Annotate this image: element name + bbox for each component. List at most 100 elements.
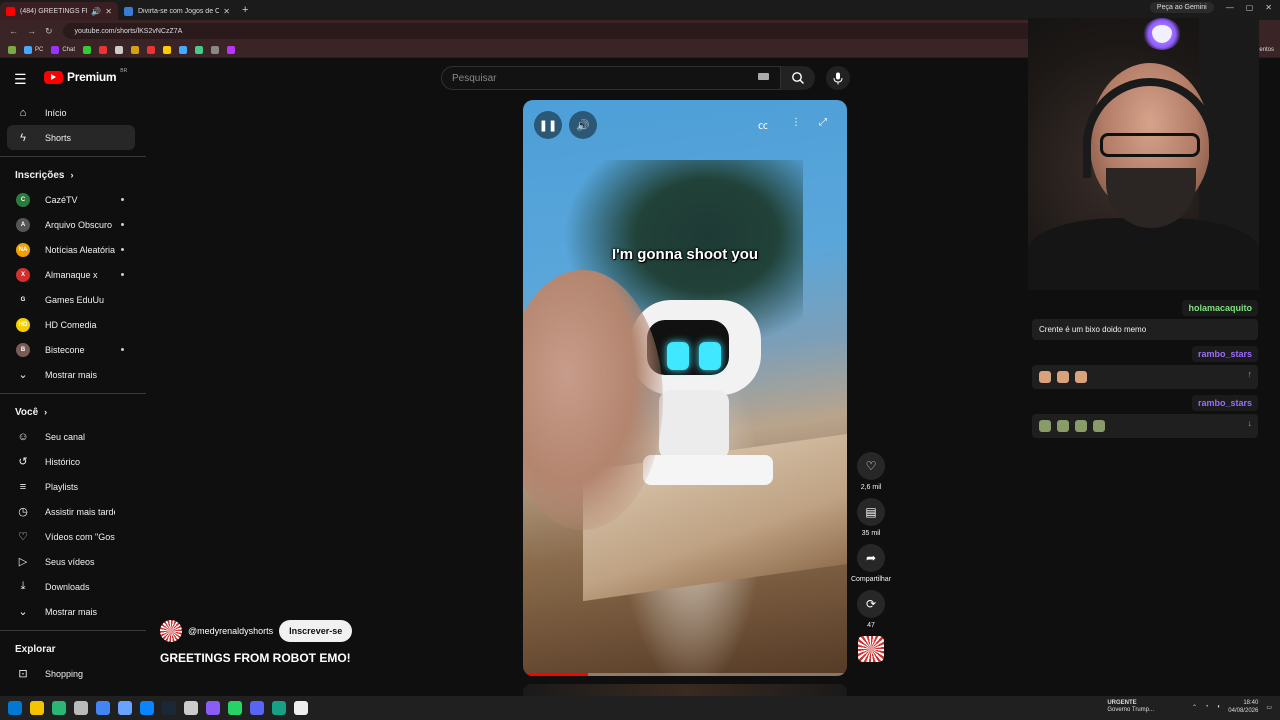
show-more-subscriptions[interactable]: ⌄ Mostrar mais [0, 362, 146, 387]
bookmark-item[interactable] [161, 45, 173, 54]
subscription-item[interactable]: X Almanaque x [0, 262, 146, 287]
sidebar-item-you[interactable]: ↺ Histórico [0, 449, 146, 474]
bookmark-item[interactable]: Chat [49, 45, 77, 54]
taskbar-app-icon[interactable] [228, 701, 242, 715]
sidebar-item-you[interactable]: ♡ Vídeos com "Gostei" [0, 524, 146, 549]
share-button[interactable]: ➦ [857, 544, 885, 572]
like-button[interactable]: ♡ [857, 452, 885, 480]
bookmark-item[interactable] [145, 45, 157, 54]
taskbar-app-icon[interactable] [294, 701, 308, 715]
bookmark-item[interactable] [113, 45, 125, 54]
comments-button[interactable]: ▤ [857, 498, 885, 526]
close-tab-icon[interactable]: ✕ [105, 7, 112, 16]
video-progress-bar[interactable] [523, 673, 847, 676]
you-header[interactable]: Você › [0, 400, 146, 424]
bookmark-item[interactable] [97, 45, 109, 54]
search-input[interactable]: Pesquisar [441, 66, 781, 90]
captions-icon[interactable]: ㏄ [758, 117, 768, 132]
heart-icon: ♡ [865, 459, 877, 473]
scroll-down-icon[interactable]: ↓ [1248, 418, 1253, 428]
bookmark-item[interactable] [6, 45, 18, 54]
subscription-item[interactable]: A Arquivo Obscuro [0, 212, 146, 237]
sidebar-item-you[interactable]: ⤓ Downloads [0, 574, 146, 599]
subscription-item[interactable]: HD HD Comedia [0, 312, 146, 337]
shorts-video-player[interactable]: I'm gonna shoot you ❚❚ 🔊 ㏄ ⋮ ⤢ [523, 100, 847, 676]
chevron-right-icon: › [44, 407, 48, 417]
bookmark-item[interactable] [209, 45, 221, 54]
taskbar-app-icon[interactable] [30, 701, 44, 715]
news-widget[interactable]: URGENTE Governo Trump... [1107, 700, 1154, 714]
sidebar-item-you[interactable]: ◷ Assistir mais tarde [0, 499, 146, 524]
browser-tab-youtube[interactable]: (484) GREETINGS FROM ROBOT EMO! - YouTub… [0, 2, 118, 20]
emote-icon [1039, 371, 1051, 383]
show-more-you[interactable]: ⌄ Mostrar mais [0, 599, 146, 624]
taskbar-app-icon[interactable] [8, 701, 22, 715]
close-window-icon[interactable]: ✕ [1265, 3, 1272, 12]
volume-icon[interactable]: ◖ [1217, 704, 1221, 710]
taskbar-app-icon[interactable] [272, 701, 286, 715]
taskbar-app-icon[interactable] [184, 701, 198, 715]
bookmark-item[interactable] [177, 45, 189, 54]
bookmark-item[interactable]: PC [22, 45, 45, 54]
taskbar-app-icon[interactable] [206, 701, 220, 715]
sidebar-item-label: Shopping [45, 668, 84, 679]
taskbar-app-icon[interactable] [52, 701, 66, 715]
notifications-icon[interactable]: ▭ [1266, 704, 1272, 711]
subscription-item[interactable]: NA Notícias Aleatórias [0, 237, 146, 262]
comment-icon: ▤ [865, 505, 877, 519]
next-short-preview[interactable] [523, 684, 847, 696]
keyboard-icon[interactable] [758, 73, 769, 80]
sidebar-item-you[interactable]: ≡ Playlists [0, 474, 146, 499]
sidebar-item-you[interactable]: ▷ Seus vídeos [0, 549, 146, 574]
tray-chevron-icon[interactable]: ⌃ [1192, 704, 1197, 711]
clock[interactable]: 18:40 04/08/2026 [1228, 699, 1258, 715]
sidebar-item-início[interactable]: ⌂ Início [0, 100, 146, 125]
sidebar-item-explore[interactable]: ⊡ Shopping [0, 661, 146, 686]
bookmark-item[interactable] [193, 45, 205, 54]
hamburger-menu-icon[interactable]: ☰ [14, 71, 27, 88]
remix-button[interactable]: ⟳ [857, 590, 885, 618]
taskbar-app-icon[interactable] [96, 701, 110, 715]
sidebar-item-shorts[interactable]: ϟ Shorts [7, 125, 135, 150]
volume-button[interactable]: 🔊 [569, 111, 597, 139]
subscription-label: Arquivo Obscuro [45, 219, 113, 230]
taskbar-app-icon[interactable] [118, 701, 132, 715]
channel-avatar[interactable] [160, 620, 182, 642]
reload-icon[interactable]: ↻ [45, 26, 53, 37]
subscription-item[interactable]: G Games EduUu [0, 287, 146, 312]
voice-search-button[interactable] [826, 66, 850, 90]
subscription-item[interactable]: B Bistecone [0, 337, 146, 362]
subscription-item[interactable]: C CazéTV [0, 187, 146, 212]
scroll-up-icon[interactable]: ↑ [1248, 369, 1253, 379]
bookmark-item[interactable] [81, 45, 93, 54]
bookmark-item[interactable] [129, 45, 141, 54]
fullscreen-icon[interactable]: ⤢ [819, 117, 827, 128]
back-icon[interactable]: ← [9, 26, 18, 36]
channel-name[interactable]: @medyrenaldyshorts [188, 626, 273, 636]
subscribe-button[interactable]: Inscrever-se [279, 620, 353, 642]
sidebar-item-you[interactable]: ☺ Seu canal [0, 424, 146, 449]
subscriptions-header[interactable]: Inscrições › [0, 163, 146, 187]
taskbar-app-icon[interactable] [140, 701, 154, 715]
sound-avatar[interactable] [858, 636, 884, 662]
youtube-premium-logo[interactable]: Premium BR [44, 68, 127, 84]
taskbar-app-icon[interactable] [162, 701, 176, 715]
wifi-icon[interactable]: ◔ [1205, 704, 1209, 710]
browser-tab-casino[interactable]: Divirta-se com Jogos de Cassino ✕ [118, 2, 236, 20]
new-tab-icon[interactable]: + [242, 4, 248, 16]
minimize-icon[interactable]: — [1226, 3, 1234, 12]
speaker-icon[interactable]: 🔊 [91, 7, 101, 16]
bookmarks-more[interactable]: entos [1257, 47, 1276, 53]
search-button[interactable] [781, 66, 815, 90]
maximize-icon[interactable]: ▢ [1246, 3, 1254, 12]
taskbar-app-icon[interactable] [250, 701, 264, 715]
taskbar-app-icon[interactable] [74, 701, 88, 715]
pause-button[interactable]: ❚❚ [534, 111, 562, 139]
close-tab-icon[interactable]: ✕ [223, 7, 230, 16]
forward-icon[interactable]: → [27, 26, 36, 36]
tab-title: (484) GREETINGS FROM ROBOT EMO! - YouTub… [20, 7, 87, 15]
gemini-button[interactable]: Peça ao Gemini [1149, 2, 1214, 13]
bookmark-item[interactable] [225, 45, 237, 54]
more-options-icon[interactable]: ⋮ [791, 117, 801, 128]
subscription-label: Almanaque x [45, 269, 98, 280]
